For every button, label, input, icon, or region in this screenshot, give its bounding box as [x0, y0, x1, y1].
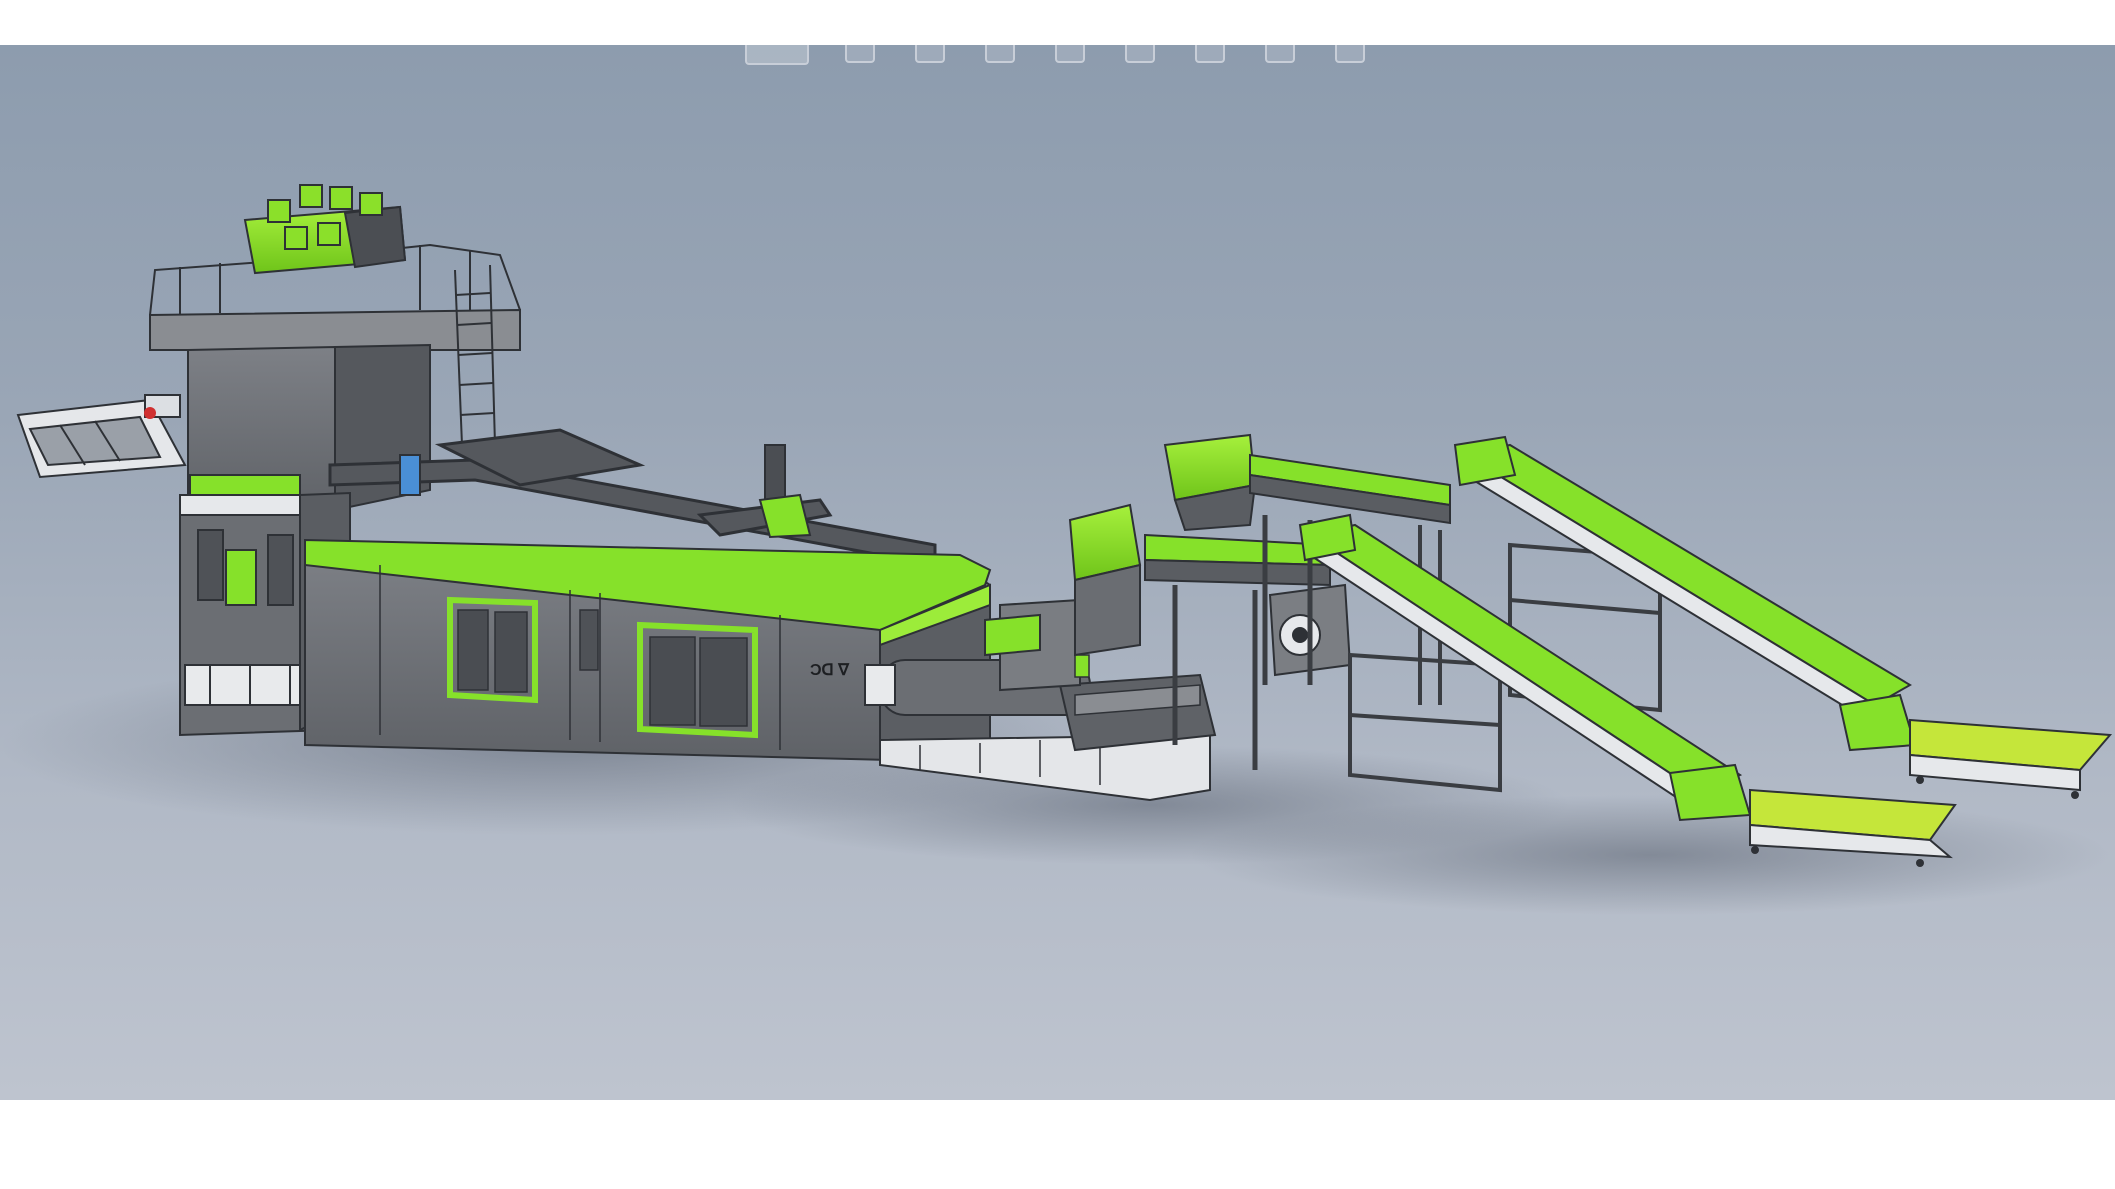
view-orientation-icon[interactable] — [745, 45, 809, 65]
hide-show-icon[interactable] — [1195, 45, 1225, 63]
3d-model-render[interactable]: Ͻᗡ ∇ — [0, 45, 2115, 1100]
left-feed-table — [16, 394, 187, 479]
display-style-icon[interactable] — [1125, 45, 1155, 63]
previous-view-icon[interactable] — [985, 45, 1015, 63]
main-machine-body: Ͻᗡ ∇ — [304, 428, 992, 762]
zoom-area-icon[interactable] — [915, 45, 945, 63]
scene-icon[interactable] — [1335, 45, 1365, 63]
machine-logo-marking: Ͻᗡ ∇ — [810, 662, 850, 679]
graphics-viewport[interactable]: Ͻᗡ ∇ — [0, 45, 2115, 1100]
heads-up-view-toolbar — [745, 45, 1425, 107]
section-view-icon[interactable] — [1055, 45, 1085, 63]
edit-appearance-icon[interactable] — [1265, 45, 1295, 63]
zoom-fit-icon[interactable] — [845, 45, 875, 63]
